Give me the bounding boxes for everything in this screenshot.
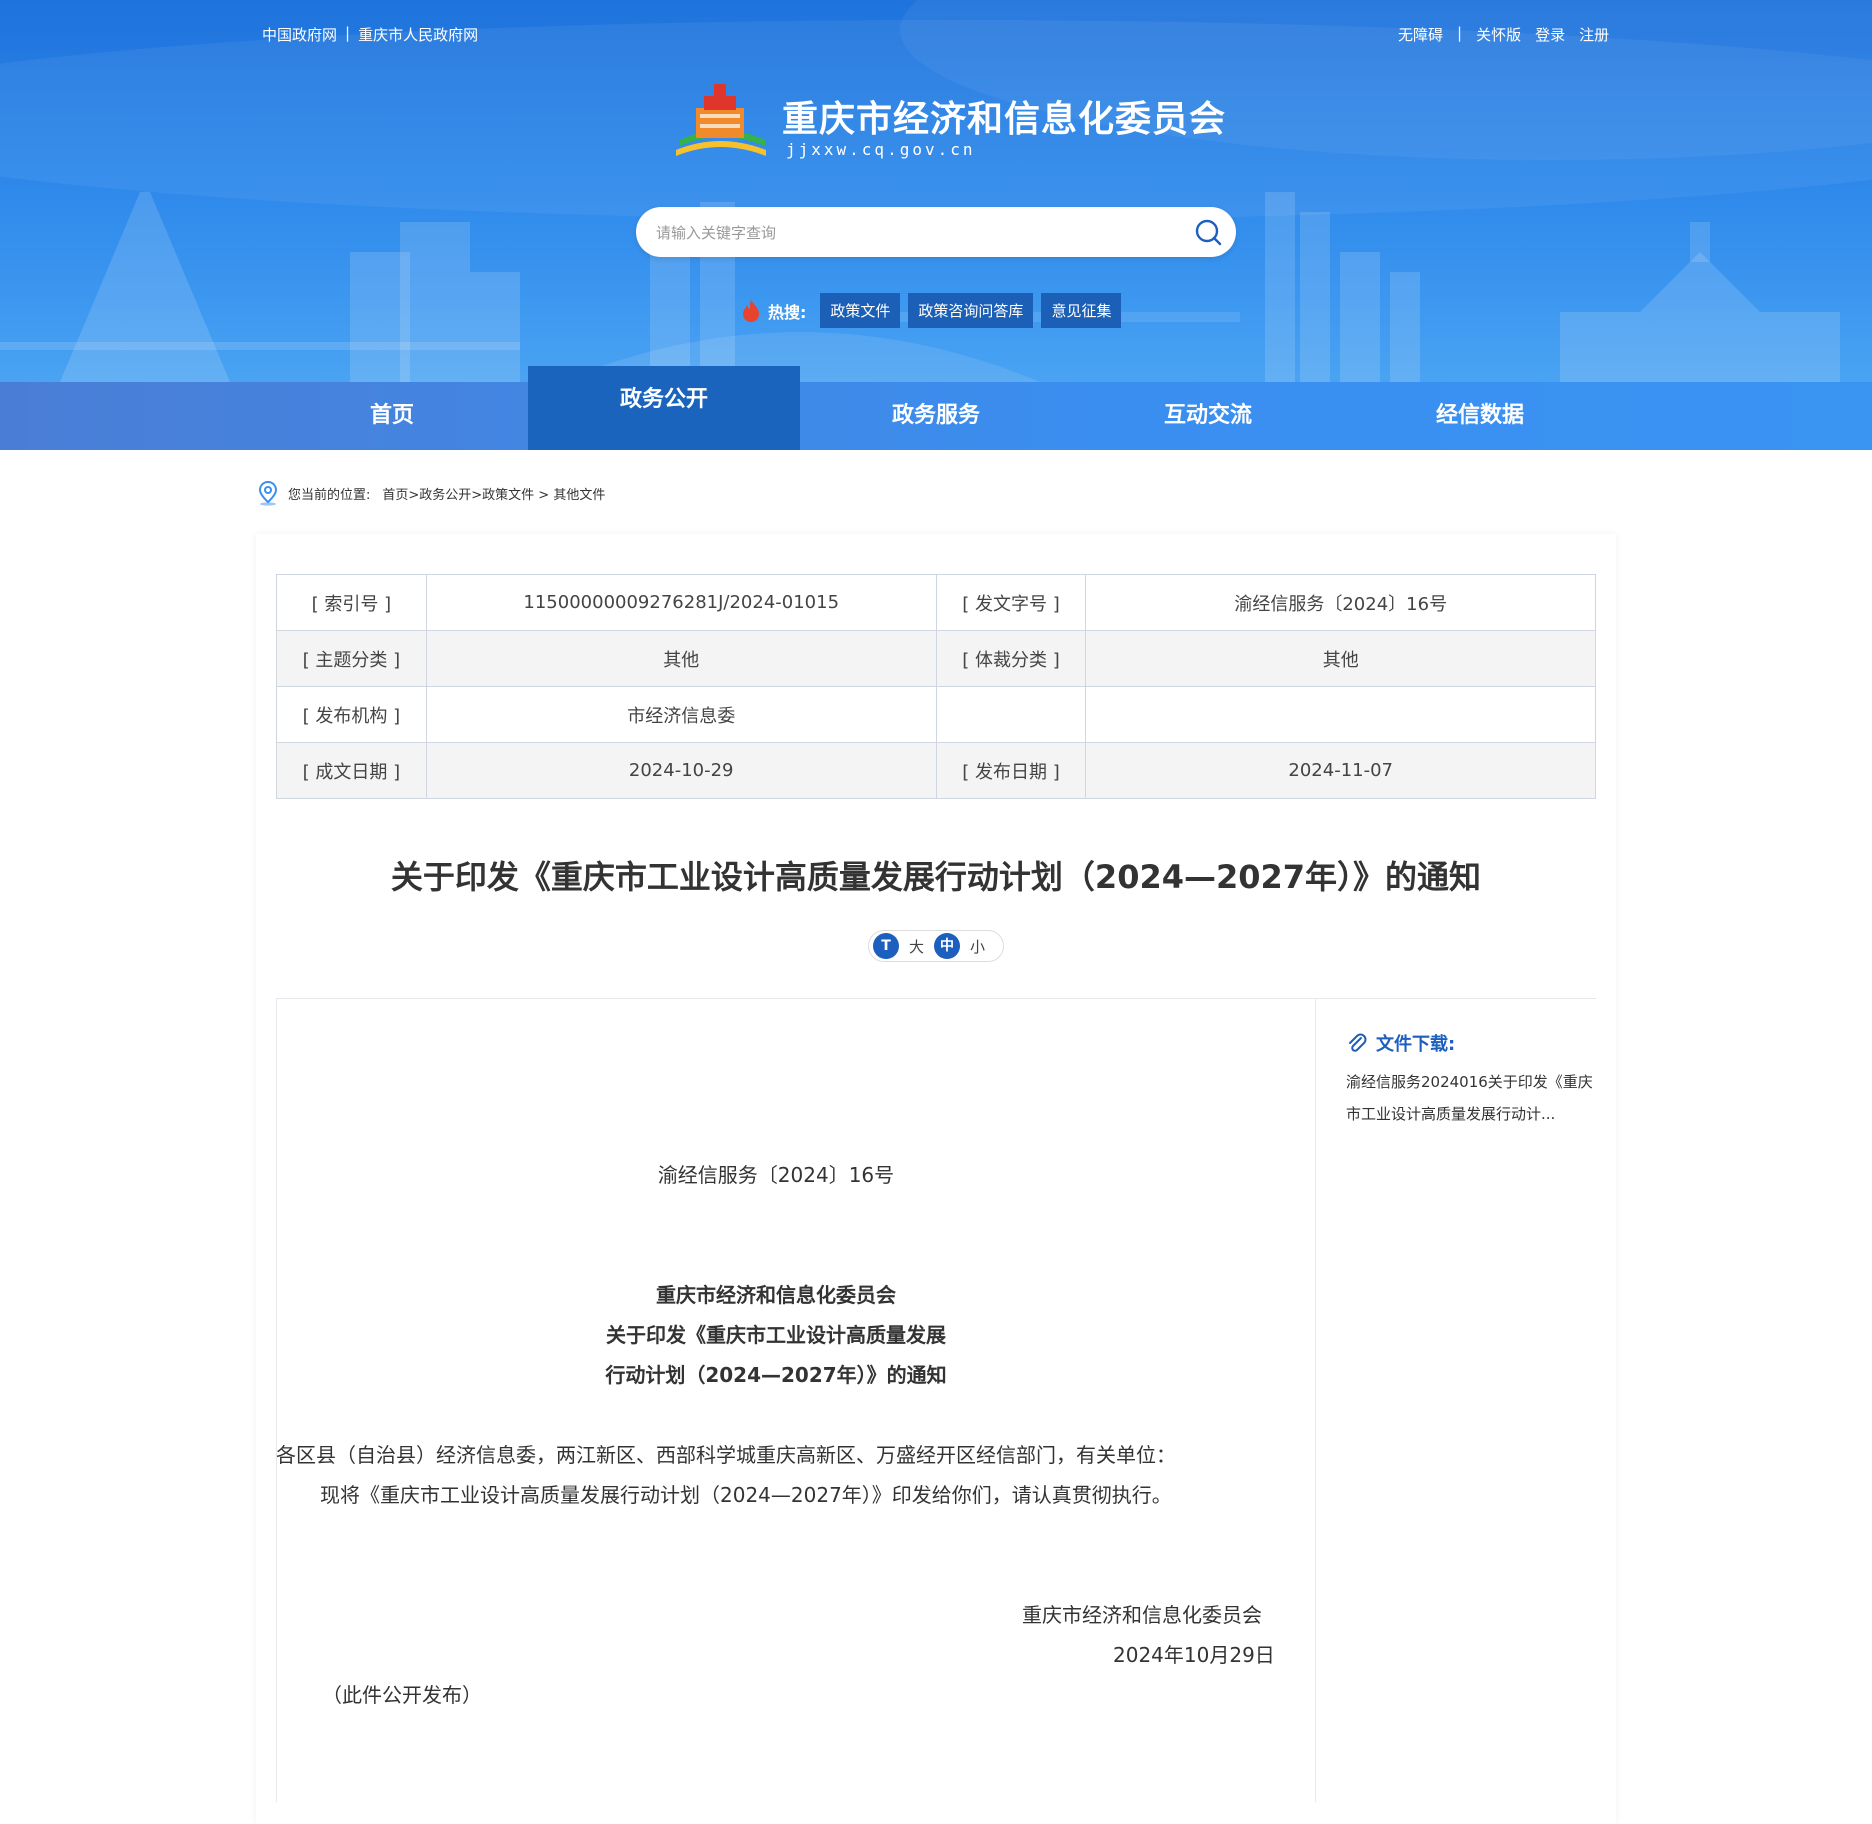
meta-value: 2024-10-29 — [425, 742, 937, 799]
breadcrumb-prefix: 您当前的位置: — [288, 487, 371, 503]
nav-label: 政务公开 — [619, 387, 708, 412]
nav-label: 互动交流 — [1163, 403, 1252, 428]
hot-search-label: 热搜: — [768, 302, 807, 322]
meta-key — [935, 686, 1087, 743]
meta-value: 其他 — [425, 630, 937, 687]
font-size-medium-button[interactable]: 中 — [934, 933, 961, 959]
site-logo-icon[interactable] — [670, 80, 770, 162]
nav-label: 首页 — [369, 403, 414, 428]
hot-search: 热搜: 政策文件 政策咨询问答库 意见征集 — [740, 293, 1123, 328]
flame-icon — [743, 299, 759, 322]
download-link[interactable]: 渝经信服务2024016关于印发《重庆市工业设计高质量发展行动计... — [1346, 1066, 1596, 1130]
font-size-large-button[interactable]: 大 — [905, 936, 928, 957]
font-size-control: T 大 中 小 — [868, 930, 1004, 962]
city-skyline-illustration — [0, 192, 1840, 382]
nav-gov-services[interactable]: 政务服务 — [800, 382, 1072, 450]
doc-addressee: 各区县（自治县）经济信息委，两江新区、西部科学城重庆高新区、万盛经开区经信部门，… — [276, 1443, 1176, 1467]
link-cq-gov[interactable]: 重庆市人民政府网 — [358, 24, 478, 45]
table-row: [ 主题分类 ] 其他 [ 体裁分类 ] 其他 — [276, 630, 1596, 687]
doc-signature: 重庆市经济和信息化委员会 — [1022, 1603, 1262, 1627]
search-box: 请输入关键字查询 — [636, 207, 1236, 257]
search-input[interactable]: 请输入关键字查询 — [656, 222, 776, 243]
doc-paragraph: 现将《重庆市工业设计高质量发展行动计划（2024—2027年）》印发给你们，请认… — [320, 1483, 1172, 1507]
meta-key: [ 发布日期 ] — [935, 742, 1087, 799]
meta-value: 11500000009276281J/2024-01015 — [425, 574, 937, 631]
document-meta-table: [ 索引号 ] 11500000009276281J/2024-01015 [ … — [276, 574, 1596, 799]
location-pin-icon — [258, 480, 278, 506]
doc-heading-line: 行动计划（2024—2027年）》的通知 — [605, 1363, 947, 1387]
font-size-icon: T — [873, 933, 899, 959]
nav-interaction[interactable]: 互动交流 — [1072, 382, 1344, 450]
top-links-right: 无障碍 | 关怀版 登录 注册 — [1398, 24, 1609, 45]
meta-key: [ 索引号 ] — [276, 574, 427, 631]
paperclip-icon — [1349, 1033, 1367, 1052]
link-gov-cn[interactable]: 中国政府网 — [262, 24, 337, 45]
meta-value — [1085, 686, 1596, 743]
breadcrumb-path[interactable]: 首页>政务公开>政策文件 > 其他文件 — [382, 484, 605, 503]
file-download-label: 文件下载: — [1376, 1034, 1456, 1055]
link-accessibility[interactable]: 无障碍 — [1398, 24, 1443, 45]
hot-tag-opinion[interactable]: 意见征集 — [1041, 293, 1122, 328]
document-title: 关于印发《重庆市工业设计高质量发展行动计划（2024—2027年）》的通知 — [390, 858, 1482, 896]
link-login[interactable]: 登录 — [1535, 24, 1565, 45]
link-care-version[interactable]: 关怀版 — [1476, 24, 1521, 45]
separator: | — [1457, 24, 1463, 42]
main-nav: 首页 政务公开 政务服务 互动交流 经信数据 — [0, 366, 1872, 450]
hot-tag-policy-qa[interactable]: 政策咨询问答库 — [908, 293, 1034, 328]
nav-label: 经信数据 — [1435, 403, 1524, 428]
nav-data[interactable]: 经信数据 — [1344, 382, 1616, 450]
meta-value: 其他 — [1085, 630, 1596, 687]
doc-heading-line: 重庆市经济和信息化委员会 — [656, 1283, 896, 1307]
meta-value: 市经济信息委 — [425, 686, 937, 743]
nav-label: 政务服务 — [891, 403, 980, 428]
site-header: 中国政府网 | 重庆市人民政府网 无障碍 | 关怀版 登录 注册 重庆市经济和信… — [0, 0, 1872, 382]
meta-key: [ 发布机构 ] — [276, 686, 427, 743]
search-icon[interactable] — [1194, 218, 1222, 246]
top-links-left: 中国政府网 | 重庆市人民政府网 — [262, 24, 478, 45]
site-domain: jjxxw.cq.gov.cn — [786, 140, 976, 159]
breadcrumb: 您当前的位置: 首页>政务公开>政策文件 > 其他文件 — [256, 480, 605, 506]
table-row: [ 成文日期 ] 2024-10-29 [ 发布日期 ] 2024-11-07 — [276, 742, 1596, 799]
file-download-title: 文件下载: — [1346, 1030, 1455, 1056]
meta-value: 渝经信服务〔2024〕16号 — [1085, 574, 1596, 631]
font-size-small-button[interactable]: 小 — [966, 936, 989, 957]
doc-number: 渝经信服务〔2024〕16号 — [657, 1163, 895, 1187]
nav-gov-affairs-open[interactable]: 政务公开 — [528, 366, 800, 450]
link-register[interactable]: 注册 — [1579, 24, 1609, 45]
separator: | — [345, 24, 351, 42]
nav-home[interactable]: 首页 — [256, 382, 528, 450]
table-row: [ 发布机构 ] 市经济信息委 — [276, 686, 1596, 743]
meta-value: 2024-11-07 — [1085, 742, 1596, 799]
meta-key: [ 主题分类 ] — [276, 630, 427, 687]
site-title[interactable]: 重庆市经济和信息化委员会 — [782, 90, 1226, 142]
meta-key: [ 体裁分类 ] — [935, 630, 1087, 687]
meta-key: [ 发文字号 ] — [935, 574, 1087, 631]
doc-date: 2024年10月29日 — [1113, 1643, 1275, 1667]
doc-heading-line: 关于印发《重庆市工业设计高质量发展 — [606, 1323, 946, 1347]
meta-key: [ 成文日期 ] — [276, 742, 427, 799]
hot-tag-policy-files[interactable]: 政策文件 — [820, 293, 901, 328]
doc-note: （此件公开发布） — [322, 1683, 482, 1707]
table-row: [ 索引号 ] 11500000009276281J/2024-01015 [ … — [276, 574, 1596, 631]
